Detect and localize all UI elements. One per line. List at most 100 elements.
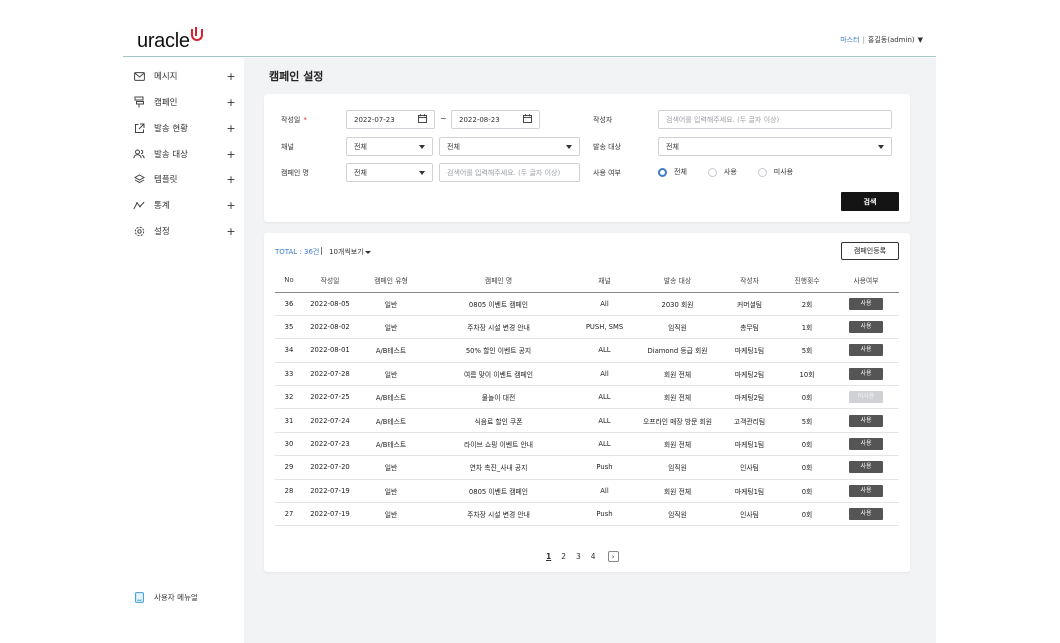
- table-row[interactable]: 30 2022-07-23 A/B테스트 라이브 쇼핑 이벤트 안내 ALL 회원 전체 마…: [275, 432, 899, 457]
- page-4[interactable]: 4: [591, 552, 596, 561]
- status-badge[interactable]: 사용: [849, 414, 883, 427]
- table-row[interactable]: 35 2022-08-02 일반 주차장 시설 변경 안내 PUSH, SMS 임직원 총무…: [275, 315, 899, 340]
- total-separator: |: [320, 246, 323, 255]
- status-badge[interactable]: 사용: [849, 297, 883, 310]
- radio-use[interactable]: 사용: [707, 167, 737, 177]
- user-name: 홍길동(admin): [867, 36, 915, 44]
- sidebar-item-settings[interactable]: 설정 +: [133, 223, 236, 239]
- status-badge[interactable]: 사용: [849, 367, 883, 380]
- table-row[interactable]: 33 2022-07-28 일반 여름 맞이 이벤트 캠페인 All 회원 전체 마케팅2팀…: [275, 362, 899, 387]
- table-row[interactable]: 31 2022-07-24 A/B테스트 식음료 할인 쿠폰 ALL 오프라인 매장 방문…: [275, 408, 899, 433]
- campaign-name-select[interactable]: 전체: [346, 163, 433, 182]
- status-badge[interactable]: 사용: [849, 484, 883, 497]
- cell-count: 0회: [781, 432, 833, 457]
- status-badge[interactable]: 사용: [849, 508, 883, 521]
- plus-icon[interactable]: +: [226, 70, 236, 83]
- cell-name[interactable]: 여름 맞이 이벤트 캠페인: [425, 362, 572, 387]
- cell-use: 사용: [833, 479, 899, 504]
- cell-date: 2022-08-02: [303, 315, 357, 340]
- table-row[interactable]: 34 2022-08-01 A/B테스트 50% 할인 이벤트 공지 ALL Diamon…: [275, 338, 899, 363]
- sidebar-item-send-status[interactable]: 발송 현황 +: [133, 120, 236, 136]
- channel-select-secondary[interactable]: 전체: [439, 137, 580, 156]
- cell-author: 고객관리팀: [718, 408, 781, 433]
- master-label: 마스터: [840, 36, 860, 44]
- user-manual-link[interactable]: 사용자 메뉴얼: [135, 592, 198, 603]
- date-label: 작성일 *: [281, 115, 307, 125]
- status-badge[interactable]: 사용: [849, 321, 883, 334]
- cell-name[interactable]: 연차 촉진_사내 공지: [425, 455, 572, 480]
- sidebar-item-message[interactable]: 메시지 +: [133, 68, 236, 84]
- calendar-icon[interactable]: [523, 114, 532, 125]
- status-badge[interactable]: 사용: [849, 461, 883, 474]
- status-badge[interactable]: 사용: [849, 344, 883, 357]
- chevron-down-icon: [419, 170, 425, 175]
- cell-name[interactable]: 0805 이벤트 캠페인: [425, 479, 572, 504]
- column-header: No: [275, 269, 303, 293]
- page-title: 캠페인 설정: [269, 70, 324, 83]
- cell-name[interactable]: 주차장 시설 변경 안내: [425, 315, 572, 340]
- cell-date: 2022-07-19: [303, 502, 357, 527]
- cell-name[interactable]: 주차장 시설 변경 안내: [425, 502, 572, 527]
- radio-unused[interactable]: 미사용: [757, 167, 793, 177]
- table-row[interactable]: 36 2022-08-05 일반 0805 이벤트 캠페인 All 2030 회원 커머셜팀…: [275, 292, 899, 316]
- cell-name[interactable]: 물놀이 대전: [425, 385, 572, 410]
- register-campaign-button[interactable]: 캠페인등록: [841, 242, 899, 260]
- cell-target: 2030 회원: [637, 292, 718, 316]
- user-menu[interactable]: 마스터 | 홍길동(admin) ▼: [840, 35, 923, 45]
- chart-line-icon: [133, 199, 145, 211]
- plus-icon[interactable]: +: [226, 173, 236, 186]
- page-2[interactable]: 2: [561, 552, 566, 561]
- plus-icon[interactable]: +: [226, 96, 236, 109]
- author-placeholder: 검색어를 입력해주세요. (두 글자 이상): [666, 115, 780, 124]
- campaign-table: No 작성일 캠페인 유형 캠페인 명 채널 발송 대상 작성자 진행횟수 사용…: [275, 269, 899, 527]
- sidebar-item-send-target[interactable]: 발송 대상 +: [133, 146, 236, 162]
- radio-all[interactable]: 전체: [658, 167, 687, 177]
- sidebar-item-campaign[interactable]: 캠페인 +: [133, 94, 236, 110]
- date-to-input[interactable]: 2022-08-23: [451, 110, 540, 129]
- column-header: 캠페인 명: [425, 269, 572, 293]
- date-from-input[interactable]: 2022-07-23: [346, 110, 435, 129]
- cell-use: 사용: [833, 362, 899, 387]
- channel-select-primary[interactable]: 전체: [346, 137, 433, 156]
- cell-name[interactable]: 0805 이벤트 캠페인: [425, 292, 572, 316]
- author-search-input[interactable]: 검색어를 입력해주세요. (두 글자 이상): [658, 110, 892, 129]
- sidebar-item-template[interactable]: 템플릿 +: [133, 171, 236, 187]
- plus-icon[interactable]: +: [226, 122, 236, 135]
- search-panel: 작성일 * 2022-07-23 ~ 2022-08-23 작성자 검색어를 입력…: [264, 94, 910, 222]
- search-button[interactable]: 검색: [841, 192, 899, 211]
- plus-icon[interactable]: +: [226, 225, 236, 238]
- radio-checked-icon: [658, 167, 667, 177]
- plus-icon[interactable]: +: [226, 148, 236, 161]
- page-1[interactable]: 1: [546, 552, 551, 561]
- calendar-icon[interactable]: [418, 114, 427, 125]
- campaign-name-input[interactable]: 검색어를 입력해주세요. (두 글자 이상): [439, 163, 580, 182]
- cell-target: 임직원: [637, 315, 718, 340]
- cell-type: 일반: [357, 292, 425, 316]
- campaign-name-placeholder: 검색어를 입력해주세요. (두 글자 이상): [447, 168, 561, 177]
- cell-author: 마케팅1팀: [718, 338, 781, 363]
- cell-channel: Push: [572, 455, 637, 480]
- per-page-select[interactable]: 10개씩보기: [329, 247, 371, 257]
- cell-name[interactable]: 식음료 할인 쿠폰: [425, 408, 572, 433]
- page-3[interactable]: 3: [576, 552, 581, 561]
- table-row[interactable]: 27 2022-07-19 일반 주차장 시설 변경 안내 Push 임직원 인사팀 0회 사용: [275, 502, 899, 527]
- logo[interactable]: uracle: [137, 27, 203, 53]
- author-label: 작성자: [593, 116, 613, 124]
- cell-count: 0회: [781, 502, 833, 527]
- cell-name[interactable]: 50% 할인 이벤트 공지: [425, 338, 572, 363]
- sidebar-item-statistics[interactable]: 통계 +: [133, 197, 236, 213]
- cell-no: 30: [275, 432, 303, 457]
- cell-target: 회원 전체: [637, 432, 718, 457]
- cell-name[interactable]: 라이브 쇼핑 이벤트 안내: [425, 432, 572, 457]
- status-badge[interactable]: 미사용: [849, 391, 883, 404]
- next-page-button[interactable]: ›: [607, 551, 619, 562]
- status-badge[interactable]: 사용: [849, 438, 883, 451]
- table-row[interactable]: 32 2022-07-25 A/B테스트 물놀이 대전 ALL 회원 전체 마케팅2팀 0회 미…: [275, 385, 899, 410]
- plus-icon[interactable]: +: [226, 199, 236, 212]
- cell-no: 32: [275, 385, 303, 410]
- cell-type: A/B테스트: [357, 408, 425, 433]
- cell-use: 사용: [833, 292, 899, 316]
- table-row[interactable]: 28 2022-07-19 일반 0805 이벤트 캠페인 All 회원 전체 마케팅1팀 0…: [275, 479, 899, 504]
- table-row[interactable]: 29 2022-07-20 일반 연차 촉진_사내 공지 Push 임직원 인사팀 0회 사용: [275, 455, 899, 480]
- target-select[interactable]: 전체: [658, 137, 892, 156]
